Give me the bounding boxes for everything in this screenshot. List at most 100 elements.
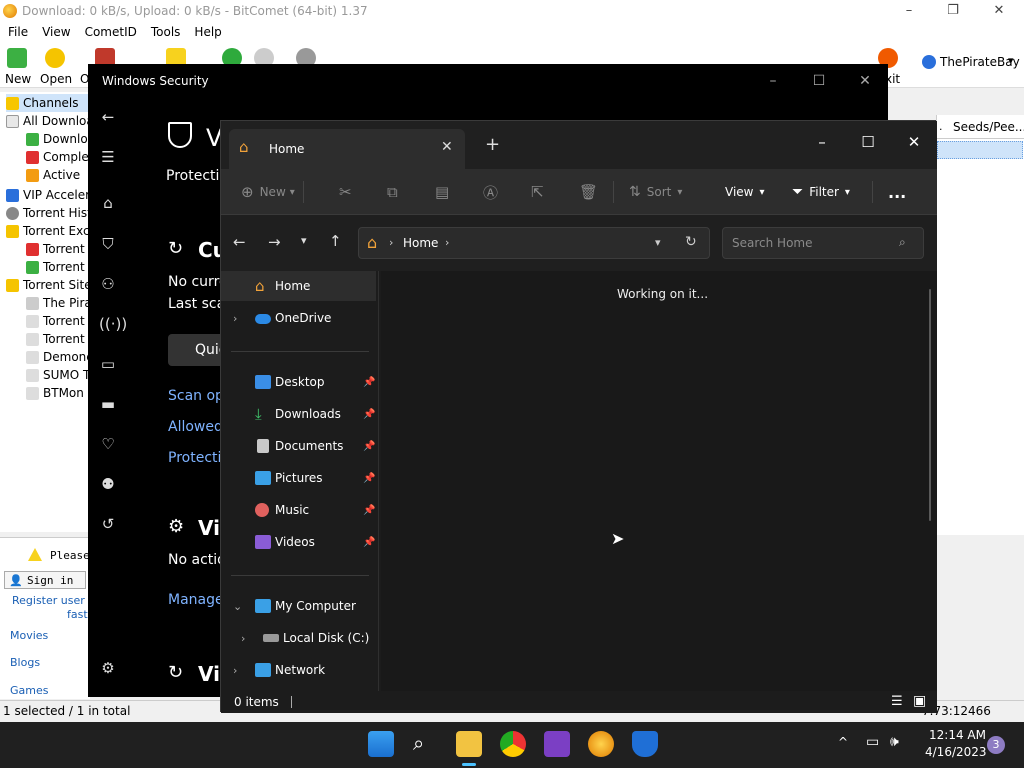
menu-help[interactable]: Help [194, 25, 221, 39]
up-arrow-icon[interactable]: ↑ [329, 232, 342, 250]
search-input[interactable]: Search Home ⌕ [722, 227, 924, 259]
chevron-up-icon[interactable]: ^ [838, 735, 848, 749]
rename-icon[interactable]: Ⓐ [483, 169, 498, 215]
bitcomet-icon[interactable] [588, 731, 614, 757]
menu-view[interactable]: View [42, 25, 70, 39]
blogs-link[interactable]: Blogs [10, 656, 40, 669]
close-tab-icon[interactable]: ✕ [441, 139, 453, 155]
tree-all-downloads[interactable]: All Downloa [6, 112, 89, 130]
maximize-icon[interactable]: ☐ [845, 127, 891, 157]
back-arrow-icon[interactable]: ← [233, 233, 246, 251]
tree-history[interactable]: Torrent Hist [6, 204, 89, 222]
open-button[interactable]: Open [40, 72, 72, 86]
tree-vip[interactable]: VIP Accelera [6, 186, 89, 204]
tree-torrent-a[interactable]: Torrent [26, 240, 85, 258]
chevron-right-icon[interactable]: › [241, 632, 245, 645]
manage-settings-link[interactable]: Manage [168, 592, 224, 608]
speaker-icon[interactable]: 🕪 [890, 734, 899, 750]
sidebar-item-videos[interactable]: Videos 📌 [221, 527, 379, 557]
tree-demonoid[interactable]: Demonc [26, 348, 89, 366]
windows-security-icon[interactable] [632, 731, 658, 757]
sidebar-item-desktop[interactable]: Desktop 📌 [221, 367, 379, 397]
chevron-right-icon[interactable]: › [233, 664, 237, 677]
menu-file[interactable]: File [8, 25, 28, 39]
share-icon[interactable]: ⇱ [531, 169, 544, 215]
settings-gear-icon[interactable]: ⚙ [99, 659, 117, 677]
movies-link[interactable]: Movies [10, 629, 48, 642]
wifi-icon[interactable]: ((·)) [99, 315, 127, 333]
tiles-view-icon[interactable]: ▣ [913, 693, 926, 709]
notification-badge[interactable]: 3 [987, 736, 1005, 754]
menu-tools[interactable]: Tools [151, 25, 181, 39]
home-icon[interactable]: ⌂ [99, 194, 117, 212]
person-icon[interactable]: ⚇ [99, 275, 117, 293]
network-monitor-icon[interactable]: ▭ [866, 734, 879, 750]
open-icon[interactable] [45, 48, 65, 68]
tree-site-c[interactable]: Torrent [26, 312, 85, 330]
start-icon[interactable] [368, 731, 394, 757]
details-view-icon[interactable]: ☰ [891, 694, 903, 709]
tree-sites[interactable]: Torrent Sites [6, 276, 89, 294]
pin-icon[interactable]: 📌 [363, 377, 375, 388]
minimize-icon[interactable]: – [799, 127, 845, 157]
register-link[interactable]: Register user c [12, 594, 94, 607]
chevron-right-icon[interactable]: › [233, 312, 237, 325]
pin-icon[interactable]: 📌 [363, 505, 375, 516]
delete-icon[interactable]: 🗑 [579, 169, 598, 215]
copy-icon[interactable]: ⧉ [387, 169, 398, 215]
tree-active[interactable]: Active [26, 166, 80, 184]
quick-scan-button[interactable]: Quic [168, 334, 228, 366]
minimize-icon[interactable]: – [750, 70, 796, 92]
tree-btmon[interactable]: BTMon [26, 384, 84, 402]
laptop-icon[interactable]: ▬ [99, 395, 117, 413]
sidebar-item-documents[interactable]: Documents 📌 [221, 431, 379, 461]
family-icon[interactable]: ⚉ [99, 475, 117, 493]
sidebar-item-home[interactable]: ⌂ Home [221, 271, 376, 301]
allowed-threats-link[interactable]: Allowed [168, 419, 223, 435]
app-browser-icon[interactable]: ▭ [99, 355, 117, 373]
search-icon[interactable]: ⌕ [413, 731, 424, 755]
shield-icon[interactable]: ⛉ [99, 235, 117, 253]
hamburger-icon[interactable]: ☰ [99, 148, 117, 166]
address-bar[interactable]: ⌂ › Home › ▾ ↻ [358, 227, 710, 259]
sidebar-item-local-disk[interactable]: › Local Disk (C:) [221, 623, 379, 653]
view-button[interactable]: View ▾ [725, 169, 765, 215]
sidebar-item-onedrive[interactable]: › OneDrive [221, 303, 379, 333]
games-link[interactable]: Games [10, 684, 48, 697]
menu-cometid[interactable]: CometID [85, 25, 137, 39]
chevron-down-icon[interactable]: ▾ [655, 236, 661, 249]
tree-piratebay[interactable]: The Pira [26, 294, 89, 312]
back-arrow-icon[interactable]: ← [99, 108, 117, 126]
close-icon[interactable]: ✕ [842, 70, 888, 92]
tree-exchange[interactable]: Torrent Excl [6, 222, 89, 240]
new-button[interactable]: ⊕ New ▾ [241, 169, 295, 215]
tree-sumo[interactable]: SUMO T [26, 366, 89, 384]
separator-chevron-icon[interactable]: › [445, 236, 449, 249]
sort-button[interactable]: ⇅ Sort ▾ [629, 169, 682, 215]
cut-icon[interactable]: ✂ [339, 169, 352, 215]
refresh-icon[interactable]: ↻ [685, 234, 697, 250]
paste-icon[interactable]: ▤ [435, 169, 449, 215]
history-icon[interactable]: ↺ [99, 515, 117, 533]
pin-icon[interactable]: 📌 [363, 409, 375, 420]
chevron-down-icon[interactable]: ⌄ [233, 600, 242, 613]
selected-torrent-row[interactable] [937, 141, 1023, 159]
minimize-icon[interactable]: – [886, 0, 932, 22]
sidebar-item-pictures[interactable]: Pictures 📌 [221, 463, 379, 493]
clock-date[interactable]: 4/16/2023 [925, 745, 987, 759]
recent-chevron-icon[interactable]: ▾ [301, 234, 307, 247]
vertical-scrollbar[interactable] [929, 289, 931, 521]
file-content-area[interactable]: Working on it... ➤ [381, 271, 937, 691]
file-explorer-icon[interactable] [456, 731, 482, 757]
heart-pulse-icon[interactable]: ♡ [99, 435, 117, 453]
forward-arrow-icon[interactable]: → [268, 233, 281, 251]
new-tab-button[interactable]: + [485, 134, 500, 155]
maximize-icon[interactable]: ☐ [796, 70, 842, 92]
tree-site-d[interactable]: Torrent [26, 330, 85, 348]
seeds-peers-header[interactable]: Seeds/Pee... [953, 120, 1024, 134]
breadcrumb-home[interactable]: Home [403, 236, 438, 250]
pin-icon[interactable]: 📌 [363, 473, 375, 484]
chrome-icon[interactable] [500, 731, 526, 757]
restore-icon[interactable]: ❐ [930, 0, 976, 22]
close-icon[interactable]: ✕ [891, 127, 937, 157]
